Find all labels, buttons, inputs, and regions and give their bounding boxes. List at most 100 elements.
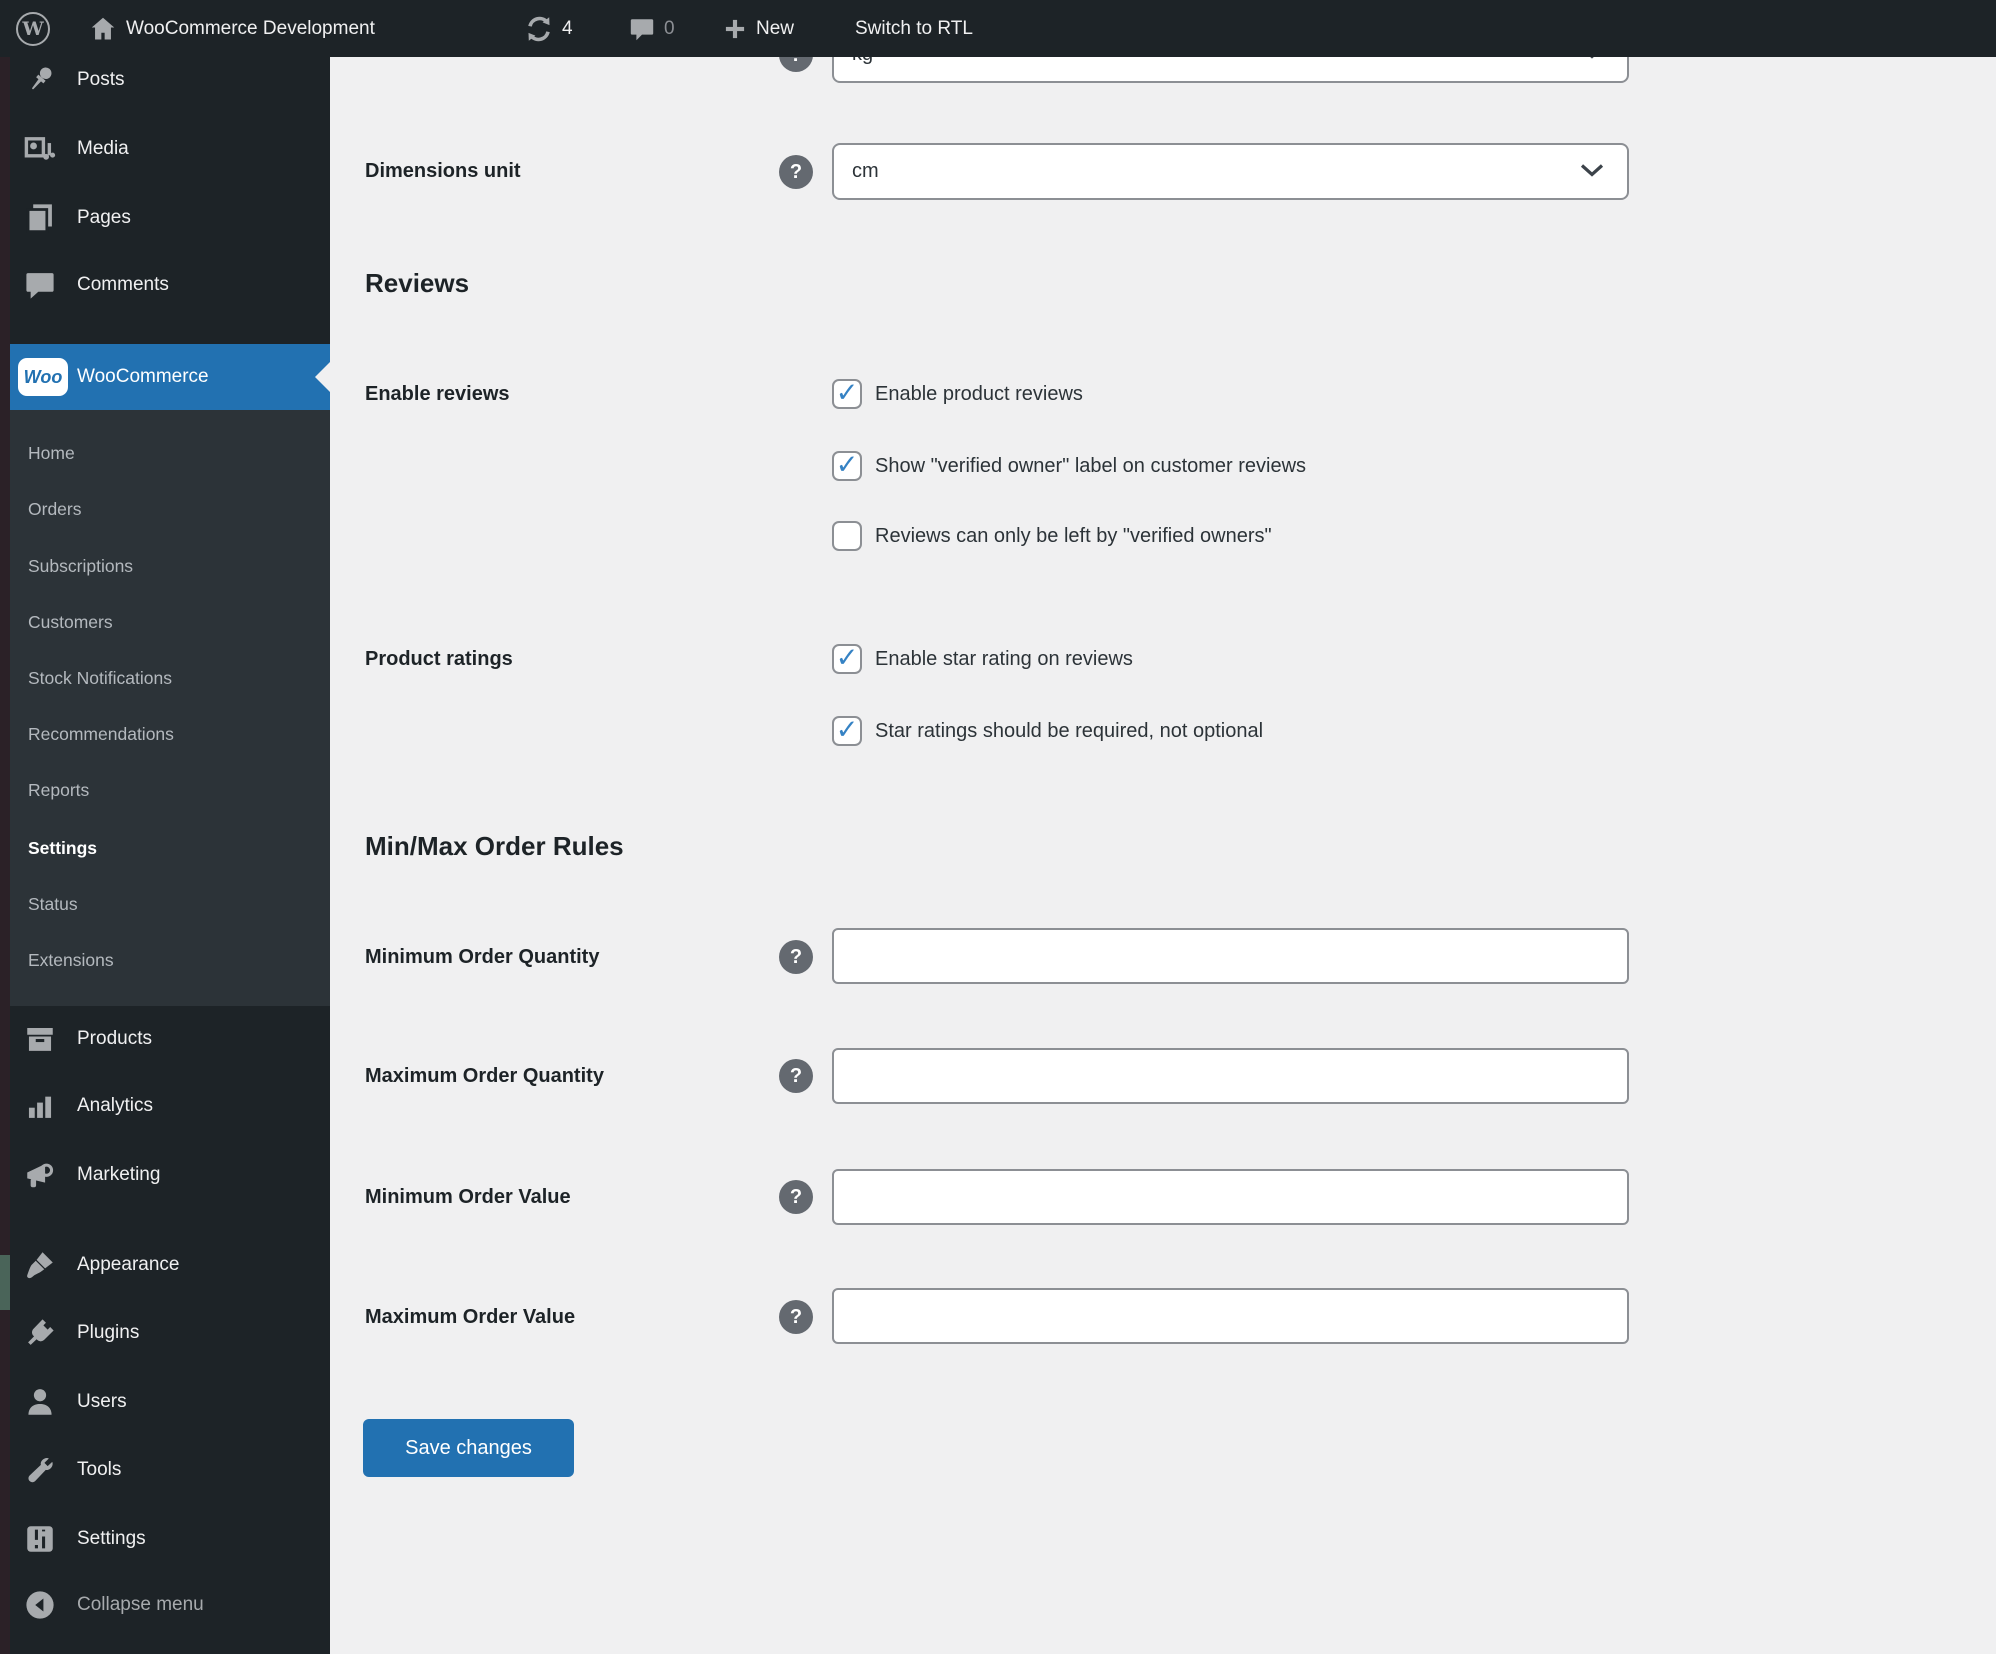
minimum-order-value-label: Minimum Order Value xyxy=(365,1186,571,1208)
screen-edge-strip xyxy=(0,0,10,1654)
minmax-heading: Min/Max Order Rules xyxy=(365,831,624,861)
current-menu-arrow xyxy=(315,362,330,392)
sidebar-item-analytics[interactable]: Analytics xyxy=(10,1072,330,1140)
submenu-item-reports[interactable]: Reports xyxy=(10,762,330,818)
wrench-icon xyxy=(22,1452,58,1488)
pushpin-icon xyxy=(22,62,58,98)
star-ratings-required-checkbox[interactable] xyxy=(832,716,862,746)
sidebar-item-label: Plugins xyxy=(77,1322,140,1343)
megaphone-icon xyxy=(22,1157,58,1193)
maximum-order-quantity-label: Maximum Order Quantity xyxy=(365,1065,604,1087)
pages-icon xyxy=(22,200,58,236)
dimensions-unit-value: cm xyxy=(852,160,879,182)
sidebar-item-comments[interactable]: Comments xyxy=(10,251,330,319)
enable-star-rating-label[interactable]: Enable star rating on reviews xyxy=(875,647,1133,671)
maximum-order-value-label: Maximum Order Value xyxy=(365,1306,576,1328)
updates-button[interactable]: 4 xyxy=(524,0,573,57)
save-changes-button[interactable]: Save changes xyxy=(363,1419,574,1477)
user-icon xyxy=(22,1384,58,1420)
sidebar-item-label: WooCommerce xyxy=(77,366,209,387)
sidebar-item-plugins[interactable]: Plugins xyxy=(10,1299,330,1367)
enable-product-reviews-checkbox[interactable] xyxy=(832,379,862,409)
submenu-item-stock-notifications[interactable]: Stock Notifications xyxy=(10,650,330,706)
sidebar-item-label: Marketing xyxy=(77,1164,161,1185)
rtl-label: Switch to RTL xyxy=(855,17,973,39)
enable-star-rating-checkbox[interactable] xyxy=(832,644,862,674)
new-content-button[interactable]: New xyxy=(722,0,794,57)
comment-bubble-icon xyxy=(22,267,58,303)
chevron-down-icon xyxy=(1579,160,1605,183)
minimum-order-value-help-icon[interactable]: ? xyxy=(779,1180,813,1214)
sidebar-item-marketing[interactable]: Marketing xyxy=(10,1141,330,1209)
verified-owner-label-label[interactable]: Show "verified owner" label on customer … xyxy=(875,454,1306,478)
enable-product-reviews-label[interactable]: Enable product reviews xyxy=(875,382,1083,406)
submenu-item-recommendations[interactable]: Recommendations xyxy=(10,706,330,762)
sidebar-item-appearance[interactable]: Appearance xyxy=(10,1231,330,1299)
reviews-heading: Reviews xyxy=(365,268,470,298)
maximum-order-quantity-help-icon[interactable]: ? xyxy=(779,1059,813,1093)
maximum-order-value-input[interactable] xyxy=(832,1288,1629,1344)
sidebar-item-users[interactable]: Users xyxy=(10,1368,330,1436)
submenu-item-subscriptions[interactable]: Subscriptions xyxy=(10,538,330,594)
enable-reviews-label: Enable reviews xyxy=(365,383,510,405)
maximum-order-quantity-input[interactable] xyxy=(832,1048,1629,1104)
sidebar-item-products[interactable]: Products xyxy=(10,1005,330,1073)
dimensions-unit-help-icon[interactable]: ? xyxy=(779,155,813,189)
submenu-label: Recommendations xyxy=(28,723,174,744)
wordpress-logo-icon: W xyxy=(16,11,50,46)
minimum-order-value-input[interactable] xyxy=(832,1169,1629,1225)
verified-owners-only-label[interactable]: Reviews can only be left by "verified ow… xyxy=(875,524,1272,548)
minimum-order-quantity-help-icon[interactable]: ? xyxy=(779,940,813,974)
submenu-item-status[interactable]: Status xyxy=(10,876,330,932)
updates-icon xyxy=(528,16,550,41)
verified-owner-label-checkbox[interactable] xyxy=(832,451,862,481)
sidebar-item-tools[interactable]: Tools xyxy=(10,1436,330,1504)
site-name: WooCommerce Development xyxy=(126,17,375,39)
woocommerce-logo: Woo xyxy=(18,358,68,396)
admin-menu-sidebar: Posts Media Pages Comments Woo WooCommer… xyxy=(10,0,330,1654)
media-icon xyxy=(22,131,58,167)
sidebar-item-label: Tools xyxy=(77,1459,122,1480)
wordpress-logo-button[interactable]: W xyxy=(16,0,50,57)
submenu-item-home[interactable]: Home xyxy=(10,425,330,481)
updates-count: 4 xyxy=(562,17,573,39)
collapse-menu-button[interactable]: Collapse menu xyxy=(10,1571,330,1639)
submenu-item-orders[interactable]: Orders xyxy=(10,481,330,537)
sidebar-item-woocommerce[interactable]: Woo WooCommerce xyxy=(10,344,330,410)
sidebar-item-label: Products xyxy=(77,1028,152,1049)
plus-icon xyxy=(725,19,745,38)
submenu-item-customers[interactable]: Customers xyxy=(10,594,330,650)
star-ratings-required-label[interactable]: Star ratings should be required, not opt… xyxy=(875,719,1263,743)
submenu-label: Reports xyxy=(28,779,90,800)
admin-bar: W WooCommerce Development 4 0 New Switch… xyxy=(0,0,1996,57)
bar-chart-icon xyxy=(22,1088,58,1124)
sidebar-item-label: Analytics xyxy=(77,1095,154,1116)
submenu-label: Stock Notifications xyxy=(28,667,172,688)
submenu-item-extensions[interactable]: Extensions xyxy=(10,932,330,988)
submenu-label: Home xyxy=(28,442,75,463)
dimensions-unit-select[interactable]: cm xyxy=(832,143,1629,200)
submenu-label: Extensions xyxy=(28,949,114,970)
sliders-icon xyxy=(22,1521,58,1557)
submenu-item-settings[interactable]: Settings xyxy=(10,820,330,876)
home-icon xyxy=(91,17,115,39)
dimensions-unit-label: Dimensions unit xyxy=(365,160,521,182)
submenu-label: Customers xyxy=(28,611,113,632)
comments-button[interactable]: 0 xyxy=(628,0,675,57)
sidebar-item-label: Media xyxy=(77,138,129,159)
site-home-button[interactable]: WooCommerce Development xyxy=(88,0,375,57)
product-ratings-label: Product ratings xyxy=(365,648,513,670)
maximum-order-value-help-icon[interactable]: ? xyxy=(779,1300,813,1334)
switch-to-rtl-button[interactable]: Switch to RTL xyxy=(855,0,973,57)
sidebar-item-label: Appearance xyxy=(77,1254,180,1275)
sidebar-item-label: Users xyxy=(77,1391,127,1412)
minimum-order-quantity-label: Minimum Order Quantity xyxy=(365,946,600,968)
comment-bubble-icon xyxy=(630,18,654,40)
submenu-label: Settings xyxy=(28,837,98,858)
sidebar-item-media[interactable]: Media xyxy=(10,115,330,183)
minimum-order-quantity-input[interactable] xyxy=(832,928,1629,984)
verified-owners-only-checkbox[interactable] xyxy=(832,521,862,551)
sidebar-item-pages[interactable]: Pages xyxy=(10,184,330,252)
sidebar-item-label: Posts xyxy=(77,69,125,90)
sidebar-item-settings-general[interactable]: Settings xyxy=(10,1505,330,1573)
